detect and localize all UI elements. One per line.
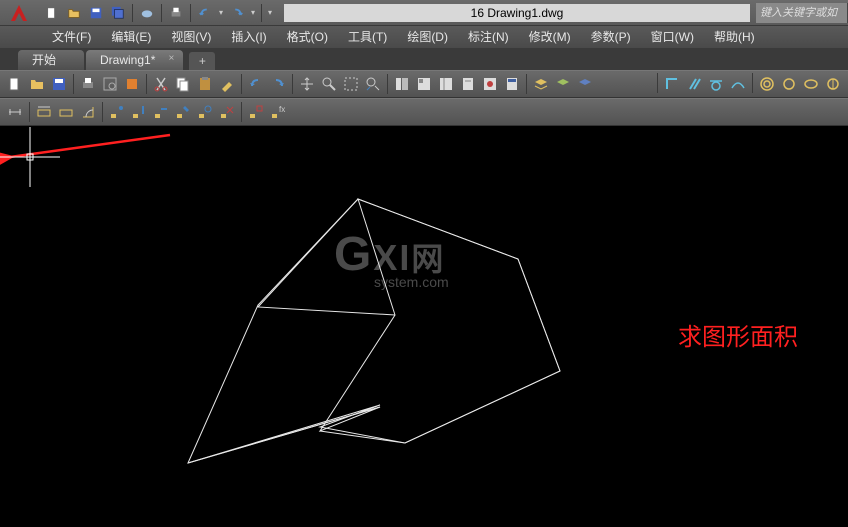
constraint-concentric-icon[interactable]: [756, 73, 778, 95]
delete-constraints-icon[interactable]: [245, 101, 267, 123]
constraint-symmetric-icon[interactable]: [800, 73, 822, 95]
svg-text:fx: fx: [279, 105, 285, 114]
toolbar-row-2: fx: [0, 98, 848, 126]
document-tabs: 开始 Drawing1* × +: [0, 48, 848, 70]
menu-draw[interactable]: 绘图(D): [397, 26, 458, 48]
geo-fix-icon[interactable]: [172, 101, 194, 123]
tool-palette-icon[interactable]: [435, 73, 457, 95]
tab-label: Drawing1*: [100, 53, 155, 67]
app-logo[interactable]: [0, 0, 38, 26]
sheet-set-icon[interactable]: [457, 73, 479, 95]
design-center-icon[interactable]: [413, 73, 435, 95]
menu-view[interactable]: 视图(V): [161, 26, 221, 48]
open-icon[interactable]: [64, 3, 84, 23]
open-icon[interactable]: [26, 73, 48, 95]
redo-icon[interactable]: [267, 73, 289, 95]
constraint-parallel-icon[interactable]: [683, 73, 705, 95]
publish-icon[interactable]: [121, 73, 143, 95]
zoom-window-icon[interactable]: [340, 73, 362, 95]
constraint-tangent-icon[interactable]: [705, 73, 727, 95]
quick-access-toolbar: ▾ ▾ ▾: [38, 2, 278, 24]
redo-icon[interactable]: [227, 3, 247, 23]
pan-icon[interactable]: [296, 73, 318, 95]
copy-icon[interactable]: [172, 73, 194, 95]
constraint-equal-icon[interactable]: [822, 73, 844, 95]
cut-icon[interactable]: [150, 73, 172, 95]
dim-linear-icon[interactable]: [33, 101, 55, 123]
menu-tools[interactable]: 工具(T): [338, 26, 397, 48]
print-icon[interactable]: [77, 73, 99, 95]
layer-icon[interactable]: [530, 73, 552, 95]
redo-dropdown[interactable]: ▾: [249, 2, 257, 24]
print-icon[interactable]: [166, 3, 186, 23]
properties-icon[interactable]: [391, 73, 413, 95]
cloud-icon[interactable]: [137, 3, 157, 23]
menu-dimension[interactable]: 标注(N): [458, 26, 519, 48]
geo-coincident-icon[interactable]: [106, 101, 128, 123]
constraint-perpendicular-icon[interactable]: [661, 73, 683, 95]
tab-drawing[interactable]: Drawing1* ×: [86, 50, 183, 70]
menu-insert[interactable]: 插入(I): [221, 26, 276, 48]
toolbar-row-1: [0, 70, 848, 98]
menu-file[interactable]: 文件(F): [42, 26, 101, 48]
geo-show-icon[interactable]: [194, 101, 216, 123]
menu-modify[interactable]: 修改(M): [519, 26, 581, 48]
tab-label: 开始: [32, 53, 56, 67]
drawing-canvas[interactable]: GXI网 system.com 求图形面积: [0, 127, 848, 527]
markup-icon[interactable]: [479, 73, 501, 95]
constraint-colinear-icon[interactable]: [778, 73, 800, 95]
zoom-previous-icon[interactable]: [362, 73, 384, 95]
save-icon[interactable]: [48, 73, 70, 95]
close-icon[interactable]: ×: [165, 53, 177, 65]
param-manager-icon[interactable]: fx: [267, 101, 289, 123]
geo-vertical-icon[interactable]: [128, 101, 150, 123]
geo-horizontal-icon[interactable]: [150, 101, 172, 123]
saveall-icon[interactable]: [108, 3, 128, 23]
layer-state-icon[interactable]: [552, 73, 574, 95]
qat-customize[interactable]: ▾: [266, 2, 274, 24]
quickcalc-icon[interactable]: [501, 73, 523, 95]
zoom-realtime-icon[interactable]: [318, 73, 340, 95]
dim-aligned-icon[interactable]: [55, 101, 77, 123]
dim-angular-icon[interactable]: [77, 101, 99, 123]
paste-icon[interactable]: [194, 73, 216, 95]
menu-format[interactable]: 格式(O): [277, 26, 338, 48]
menu-help[interactable]: 帮助(H): [704, 26, 765, 48]
annotation-text: 求图形面积: [678, 317, 798, 352]
menu-window[interactable]: 窗口(W): [641, 26, 704, 48]
distance-icon[interactable]: [4, 101, 26, 123]
match-prop-icon[interactable]: [216, 73, 238, 95]
window-title: 16 Drawing1.dwg: [284, 4, 750, 22]
title-bar: ▾ ▾ ▾ 16 Drawing1.dwg 键入关键字或如: [0, 0, 848, 26]
search-input[interactable]: 键入关键字或如: [756, 3, 848, 23]
undo-icon[interactable]: [195, 3, 215, 23]
layer-off-icon[interactable]: [574, 73, 596, 95]
crosshair-cursor: [0, 127, 60, 187]
save-icon[interactable]: [86, 3, 106, 23]
undo-dropdown[interactable]: ▾: [217, 2, 225, 24]
new-icon[interactable]: [42, 3, 62, 23]
add-tab-button[interactable]: +: [189, 52, 215, 70]
geo-hide-icon[interactable]: [216, 101, 238, 123]
tab-start[interactable]: 开始: [18, 50, 84, 70]
undo-icon[interactable]: [245, 73, 267, 95]
new-doc-icon[interactable]: [4, 73, 26, 95]
menu-parametric[interactable]: 参数(P): [581, 26, 641, 48]
menu-bar: 文件(F) 编辑(E) 视图(V) 插入(I) 格式(O) 工具(T) 绘图(D…: [0, 26, 848, 48]
print-preview-icon[interactable]: [99, 73, 121, 95]
constraint-smooth-icon[interactable]: [727, 73, 749, 95]
menu-edit[interactable]: 编辑(E): [101, 26, 161, 48]
